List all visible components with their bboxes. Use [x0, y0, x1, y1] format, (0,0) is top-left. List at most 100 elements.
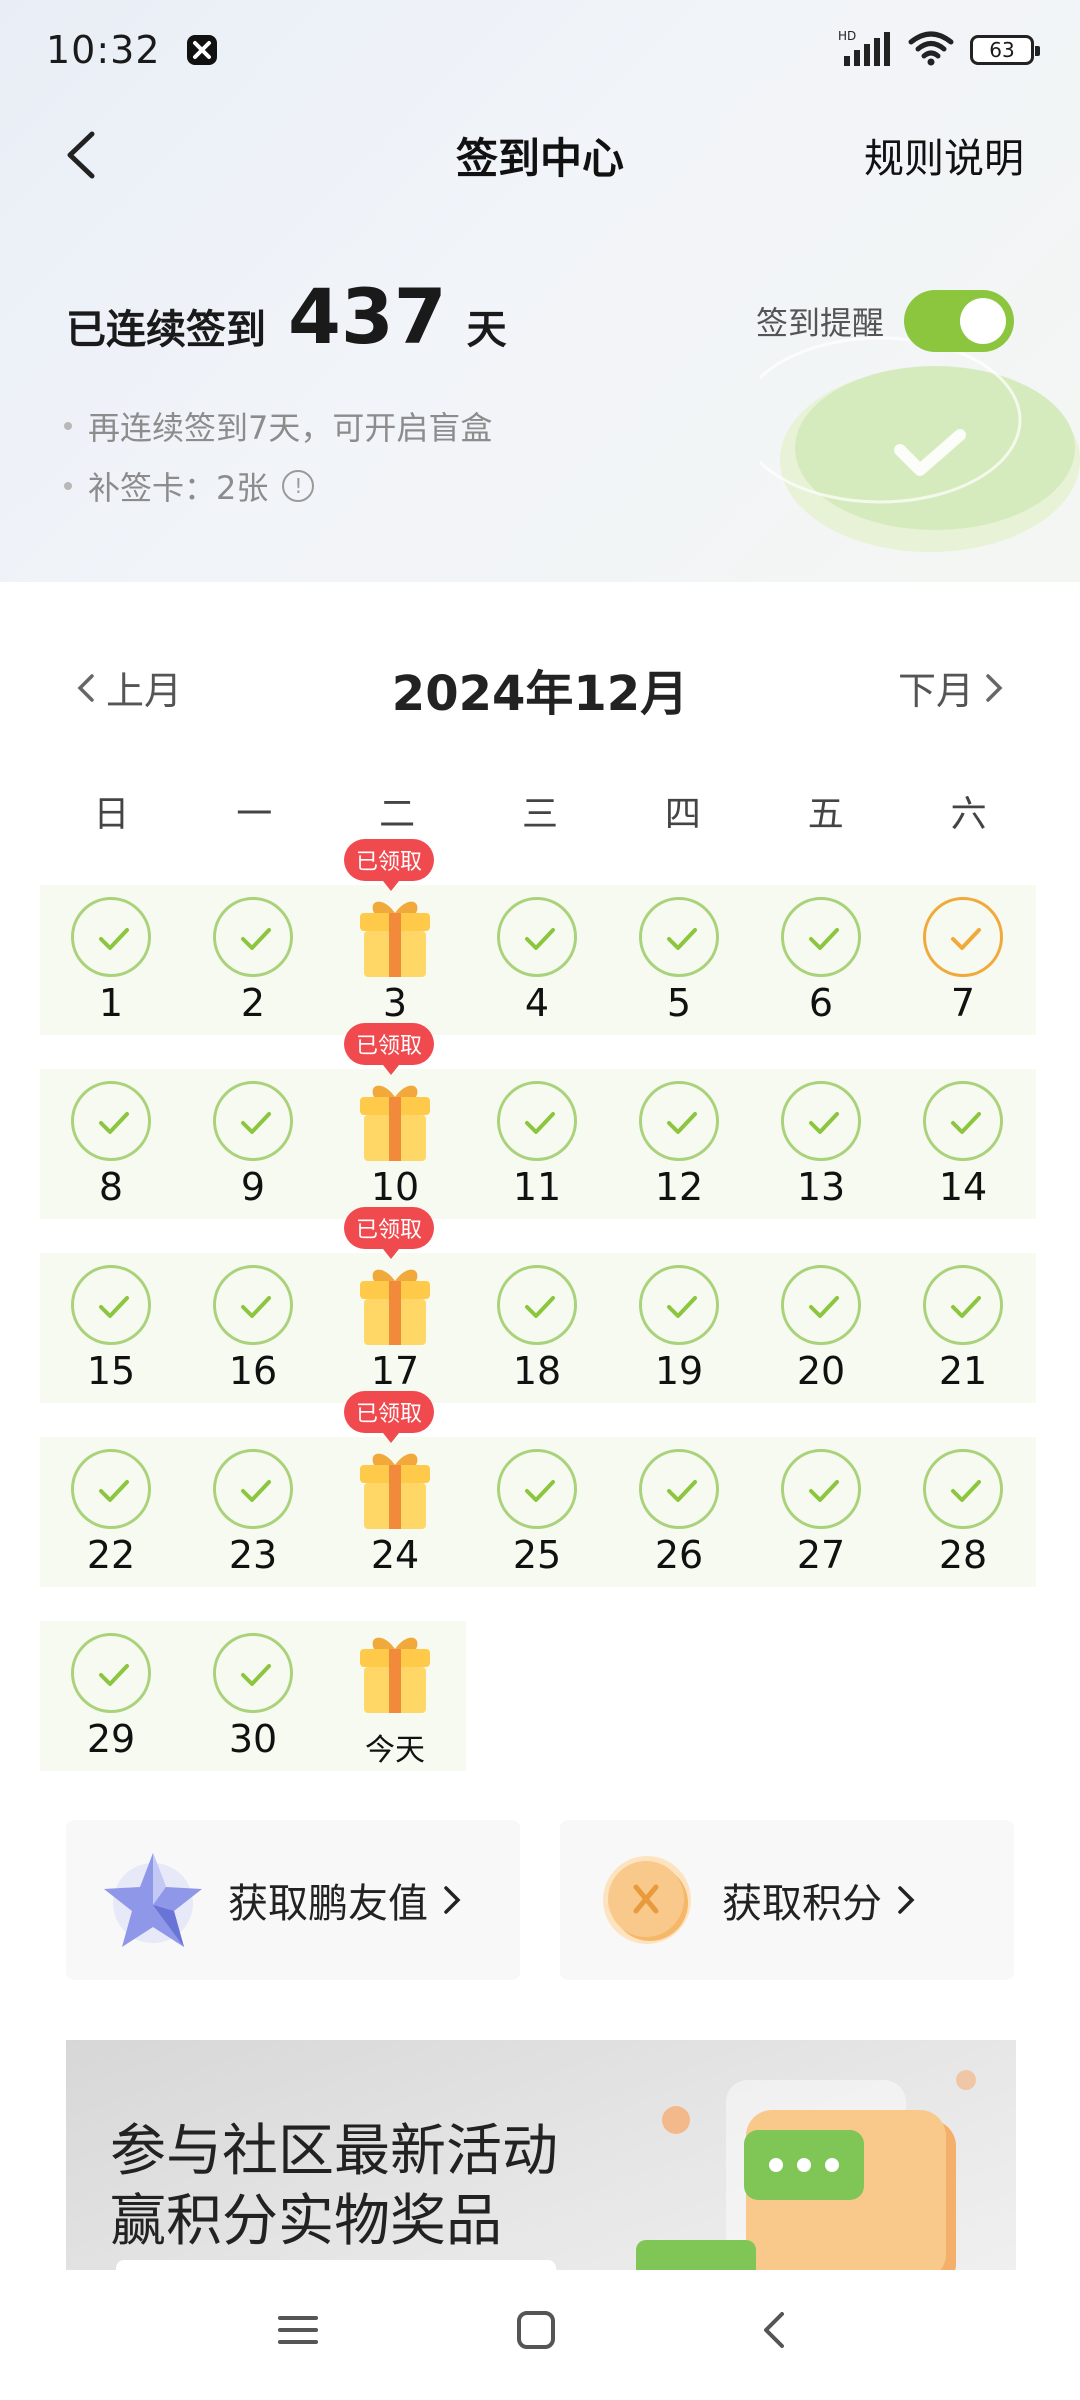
day-number: 22 [86, 1533, 136, 1577]
day-cell[interactable]: 2 [182, 885, 324, 1035]
day-number: 26 [654, 1533, 704, 1577]
day-cell[interactable]: 21 [892, 1253, 1034, 1403]
checked-circle-icon [497, 1265, 577, 1345]
checked-circle-icon [213, 897, 293, 977]
checked-circle-icon [923, 1265, 1003, 1345]
day-cell[interactable]: 已领取 3 [324, 839, 466, 1035]
day-number: 15 [86, 1349, 136, 1393]
day-cell[interactable]: 6 [750, 885, 892, 1035]
chat-bubble-illustration [636, 2070, 976, 2280]
menu-icon[interactable] [276, 2308, 320, 2356]
signal-icon: HD [838, 28, 892, 72]
day-cell[interactable]: 7 [892, 885, 1034, 1035]
back-icon[interactable] [752, 2308, 796, 2356]
day-cell[interactable]: 9 [182, 1069, 324, 1219]
day-number: 29 [86, 1717, 136, 1761]
network-type-label: HD [838, 29, 856, 43]
streak-summary: 已连续签到 437 天 [66, 272, 507, 361]
day-cell[interactable]: 15 [40, 1253, 182, 1403]
weekday-wed: 三 [521, 794, 558, 835]
day-cell[interactable]: 已领取 10 [324, 1023, 466, 1219]
next-month-label: 下月 [897, 669, 974, 713]
day-cell[interactable]: 4 [466, 885, 608, 1035]
rules-link[interactable]: 规则说明 [864, 126, 1024, 184]
day-number: 3 [382, 981, 408, 1025]
day-number: 9 [240, 1165, 266, 1209]
chevron-right-icon [986, 673, 1003, 702]
day-cell[interactable]: 25 [466, 1437, 608, 1587]
notification-app-icon [186, 35, 217, 65]
day-number: 30 [228, 1717, 278, 1761]
day-number: 4 [524, 981, 550, 1025]
checked-circle-icon [71, 1449, 151, 1529]
day-number: 7 [950, 981, 976, 1025]
day-cell[interactable]: 已领取 24 [324, 1391, 466, 1587]
month-selector: 上月 2024年12月 下月 [0, 640, 1080, 730]
checked-circle-icon [781, 1081, 861, 1161]
day-cell[interactable]: 已领取 17 [324, 1207, 466, 1403]
checkin-coin-illustration [760, 336, 1080, 552]
checked-circle-icon [781, 1449, 861, 1529]
today-label: 今天 [365, 1733, 425, 1768]
header-area: 10:32 HD 63 签到中心 规则说明 已连续签到 437 天 签到提醒 再… [0, 0, 1080, 582]
day-cell[interactable]: 18 [466, 1253, 608, 1403]
next-month-button[interactable]: 下月 [898, 660, 1006, 715]
friend-value-label: 获取鹏友值 [228, 1881, 428, 1927]
day-cell[interactable]: 1 [40, 885, 182, 1035]
checked-circle-icon [639, 897, 719, 977]
checked-circle-icon [639, 1449, 719, 1529]
day-cell[interactable]: 16 [182, 1253, 324, 1403]
streak-unit: 天 [466, 307, 507, 353]
day-number: 8 [98, 1165, 124, 1209]
day-cell[interactable]: 28 [892, 1437, 1034, 1587]
day-number: 27 [796, 1533, 846, 1577]
day-cell[interactable]: 23 [182, 1437, 324, 1587]
star-crystal-icon [104, 1853, 202, 1947]
hint-text: 再连续签到7天，可开启盲盒 [88, 409, 493, 447]
checked-circle-icon [923, 1449, 1003, 1529]
day-cell[interactable]: 14 [892, 1069, 1034, 1219]
home-icon[interactable] [514, 2308, 558, 2356]
checked-circle-icon [781, 897, 861, 977]
get-friend-value-card[interactable]: 获取鹏友值 [66, 1820, 520, 1980]
day-cell[interactable]: 11 [466, 1069, 608, 1219]
claimed-badge: 已领取 [344, 1391, 434, 1443]
day-cell[interactable]: 20 [750, 1253, 892, 1403]
day-cell[interactable]: 5 [608, 885, 750, 1035]
day-number: 18 [512, 1349, 562, 1393]
reminder-label: 签到提醒 [755, 304, 884, 342]
day-cell[interactable]: 22 [40, 1437, 182, 1587]
day-cell[interactable]: 13 [750, 1069, 892, 1219]
hint-blind-box: 再连续签到7天，可开启盲盒 [64, 396, 492, 456]
day-cell[interactable]: 30 [182, 1621, 324, 1771]
checked-circle-icon [923, 897, 1003, 977]
gift-box-icon [360, 1637, 430, 1713]
day-number: 21 [938, 1349, 988, 1393]
checked-circle-icon [71, 1265, 151, 1345]
today-cell[interactable]: 今天 [324, 1621, 466, 1771]
day-cell[interactable]: 19 [608, 1253, 750, 1403]
day-cell[interactable]: 12 [608, 1069, 750, 1219]
day-cell[interactable]: 27 [750, 1437, 892, 1587]
bullet-dot [64, 482, 72, 490]
day-cell[interactable]: 26 [608, 1437, 750, 1587]
checked-circle-icon [71, 1633, 151, 1713]
checked-circle-icon [71, 897, 151, 977]
chevron-right-icon [444, 1886, 461, 1914]
day-number: 13 [796, 1165, 846, 1209]
weekday-fri: 五 [807, 794, 844, 835]
status-time: 10:32 [46, 28, 161, 72]
day-number: 17 [370, 1349, 420, 1393]
day-cell[interactable]: 29 [40, 1621, 182, 1771]
reminder-toggle[interactable] [904, 290, 1014, 352]
checked-circle-icon [497, 897, 577, 977]
day-number: 28 [938, 1533, 988, 1577]
day-cell[interactable]: 8 [40, 1069, 182, 1219]
info-icon[interactable]: ! [282, 470, 315, 502]
hint-list: 再连续签到7天，可开启盲盒 补签卡：2张 ! [64, 396, 492, 516]
day-number: 2 [240, 981, 266, 1025]
community-activity-banner[interactable]: 参与社区最新活动 赢积分实物奖品 [66, 2040, 1016, 2280]
get-points-card[interactable]: 获取积分 [560, 1820, 1014, 1980]
checked-circle-icon [213, 1449, 293, 1529]
day-number: 10 [370, 1165, 420, 1209]
